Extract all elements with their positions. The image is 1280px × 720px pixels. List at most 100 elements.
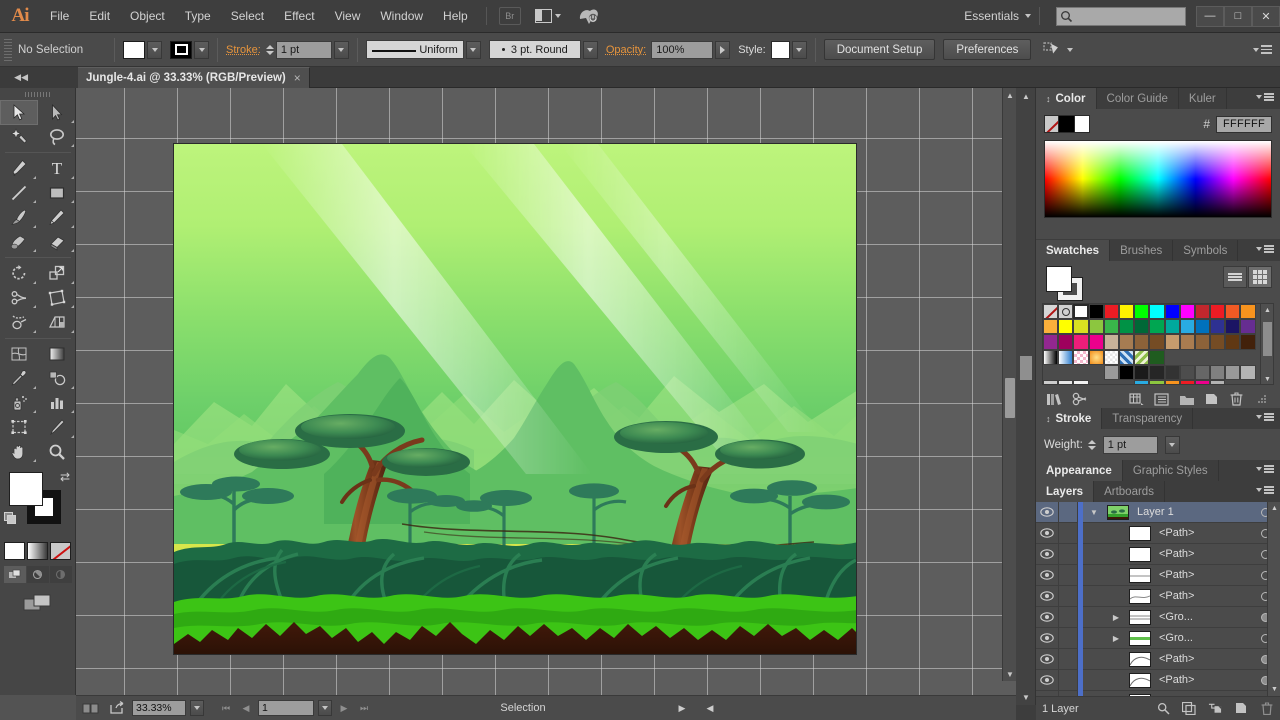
swatch-cell[interactable] bbox=[1088, 379, 1104, 384]
white-swatch[interactable] bbox=[1074, 115, 1090, 133]
menu-object[interactable]: Object bbox=[120, 0, 175, 33]
swatch-cell[interactable] bbox=[1240, 334, 1256, 350]
swatch-cell[interactable] bbox=[1210, 349, 1226, 365]
default-fill-stroke-icon[interactable] bbox=[4, 512, 17, 525]
appearance-panel-menu-icon[interactable] bbox=[1256, 465, 1274, 473]
tab-brushes[interactable]: Brushes bbox=[1110, 240, 1174, 261]
lock-toggle[interactable] bbox=[1058, 564, 1078, 586]
tab-symbols[interactable]: Symbols bbox=[1173, 240, 1239, 261]
layers-scroll-up-icon[interactable]: ▲ bbox=[1268, 502, 1280, 515]
slice-tool[interactable] bbox=[38, 415, 76, 440]
swatch-cell[interactable] bbox=[1103, 304, 1119, 320]
visibility-eye-icon[interactable] bbox=[1036, 549, 1058, 559]
visibility-eye-icon[interactable] bbox=[1036, 654, 1058, 664]
layer-item-row[interactable]: ▶ <Gro... bbox=[1036, 627, 1280, 649]
create-new-layer-icon[interactable] bbox=[1234, 702, 1248, 716]
swatch-cell[interactable] bbox=[1240, 379, 1256, 384]
swatch-folder-icon[interactable] bbox=[1103, 364, 1119, 380]
visibility-eye-icon[interactable] bbox=[1036, 612, 1058, 622]
swatch-cell[interactable] bbox=[1210, 319, 1226, 335]
swatch-cell[interactable] bbox=[1210, 304, 1226, 320]
layer-item-row[interactable]: <Path> bbox=[1036, 669, 1280, 691]
layers-list[interactable]: ▼ Layer 1 <Path> <Path> <Path> <Path> ▶ <Gro...… bbox=[1036, 502, 1280, 696]
graphic-style-swatch[interactable] bbox=[770, 40, 790, 59]
swatch-cell[interactable] bbox=[1179, 304, 1195, 320]
share-on-behance-icon[interactable] bbox=[106, 700, 128, 716]
swatch-cell[interactable] bbox=[1225, 349, 1241, 365]
lock-toggle[interactable] bbox=[1058, 606, 1078, 628]
grid-view-button[interactable] bbox=[1248, 266, 1272, 288]
stroke-weight-panel-field[interactable]: 1 pt bbox=[1102, 436, 1158, 454]
swatches-grid-container[interactable]: ▲ ▼ bbox=[1042, 303, 1274, 385]
draw-inside-button[interactable] bbox=[49, 566, 72, 583]
swatch-cell[interactable] bbox=[1058, 379, 1074, 384]
tab-color[interactable]: ↕ Color bbox=[1036, 88, 1097, 109]
toolbox-grip[interactable] bbox=[0, 88, 75, 100]
control-bar-panel-menu[interactable] bbox=[1253, 45, 1272, 54]
swatch-cell[interactable] bbox=[1225, 364, 1241, 380]
opacity-label[interactable]: Opacity: bbox=[606, 44, 646, 56]
brush-dropdown-icon[interactable] bbox=[582, 40, 598, 59]
artboard-number-field[interactable]: 1 bbox=[258, 700, 314, 716]
stroke-weight-panel-dropdown-icon[interactable] bbox=[1164, 436, 1180, 454]
swatch-cell[interactable] bbox=[1194, 334, 1211, 350]
workspace-switcher[interactable]: Essentials bbox=[958, 9, 1025, 23]
swatch-cell[interactable] bbox=[1164, 349, 1180, 365]
menu-view[interactable]: View bbox=[325, 0, 371, 33]
change-screen-mode-button[interactable] bbox=[23, 593, 53, 616]
direct-selection-tool[interactable] bbox=[38, 100, 76, 125]
dock-scroll-up-icon[interactable]: ▲ bbox=[1016, 88, 1036, 104]
visibility-eye-icon[interactable] bbox=[1036, 675, 1058, 685]
swatch-cell[interactable] bbox=[1179, 334, 1195, 350]
stroke-weight-stepper[interactable] bbox=[265, 41, 276, 59]
horizontal-scroll-left-icon[interactable]: ◀ bbox=[702, 700, 718, 716]
style-dropdown-icon[interactable] bbox=[791, 40, 807, 59]
swatch-cell[interactable] bbox=[1103, 349, 1119, 365]
hand-tool[interactable] bbox=[0, 440, 38, 465]
selection-tool[interactable] bbox=[0, 100, 38, 125]
swatch-cell[interactable] bbox=[1088, 349, 1104, 365]
layer-item-row[interactable]: <Path> bbox=[1036, 585, 1280, 607]
swatch-cell[interactable] bbox=[1210, 334, 1226, 350]
swatch-cell[interactable] bbox=[1043, 304, 1059, 320]
swatch-cell[interactable] bbox=[1088, 364, 1104, 380]
make-sublayer-icon[interactable] bbox=[1208, 702, 1222, 716]
width-tool[interactable] bbox=[0, 286, 38, 311]
opacity-dropdown-icon[interactable] bbox=[715, 40, 731, 59]
black-swatch[interactable] bbox=[1059, 115, 1075, 133]
swatch-cell[interactable] bbox=[1210, 379, 1226, 384]
zoom-level-field[interactable]: 33.33% bbox=[132, 700, 186, 716]
artboard-navigation-icon[interactable] bbox=[80, 700, 102, 716]
perspective-grid-tool[interactable] bbox=[38, 310, 76, 335]
creative-cloud-icon[interactable] bbox=[577, 5, 601, 27]
swatch-cell[interactable] bbox=[1118, 334, 1135, 350]
mesh-tool[interactable] bbox=[0, 342, 38, 367]
swatch-cell[interactable] bbox=[1118, 364, 1135, 380]
rectangle-tool[interactable] bbox=[38, 181, 76, 206]
swatch-cell[interactable] bbox=[1149, 304, 1165, 320]
fill-color-swatch[interactable] bbox=[123, 40, 145, 59]
swatch-cell[interactable] bbox=[1164, 379, 1180, 384]
draw-behind-button[interactable] bbox=[26, 566, 49, 583]
symbol-sprayer-tool[interactable] bbox=[0, 391, 38, 416]
lock-toggle[interactable] bbox=[1058, 502, 1078, 523]
swatches-scrollbar[interactable]: ▲ ▼ bbox=[1260, 304, 1273, 384]
swatch-cell[interactable] bbox=[1088, 319, 1104, 335]
search-input[interactable] bbox=[1073, 10, 1178, 22]
swatch-cell[interactable] bbox=[1088, 304, 1104, 320]
artboard-dropdown-icon[interactable] bbox=[318, 700, 332, 716]
swatches-scroll-down-icon[interactable]: ▼ bbox=[1261, 373, 1273, 384]
locate-object-icon[interactable] bbox=[1156, 702, 1170, 716]
minimize-button[interactable]: — bbox=[1196, 5, 1224, 27]
tab-artboards[interactable]: Artboards bbox=[1094, 481, 1165, 502]
first-artboard-icon[interactable]: ⏮ bbox=[218, 700, 234, 716]
preferences-button[interactable]: Preferences bbox=[943, 39, 1032, 60]
swatch-cell[interactable] bbox=[1134, 379, 1150, 384]
menu-window[interactable]: Window bbox=[370, 0, 433, 33]
delete-selection-icon[interactable] bbox=[1260, 702, 1274, 716]
magic-wand-tool[interactable] bbox=[0, 125, 38, 150]
make-clipping-mask-icon[interactable] bbox=[1182, 702, 1196, 716]
artboard[interactable] bbox=[173, 143, 857, 655]
swatch-cell[interactable] bbox=[1043, 364, 1059, 380]
layers-scroll-down-icon[interactable]: ▼ bbox=[1268, 683, 1280, 696]
